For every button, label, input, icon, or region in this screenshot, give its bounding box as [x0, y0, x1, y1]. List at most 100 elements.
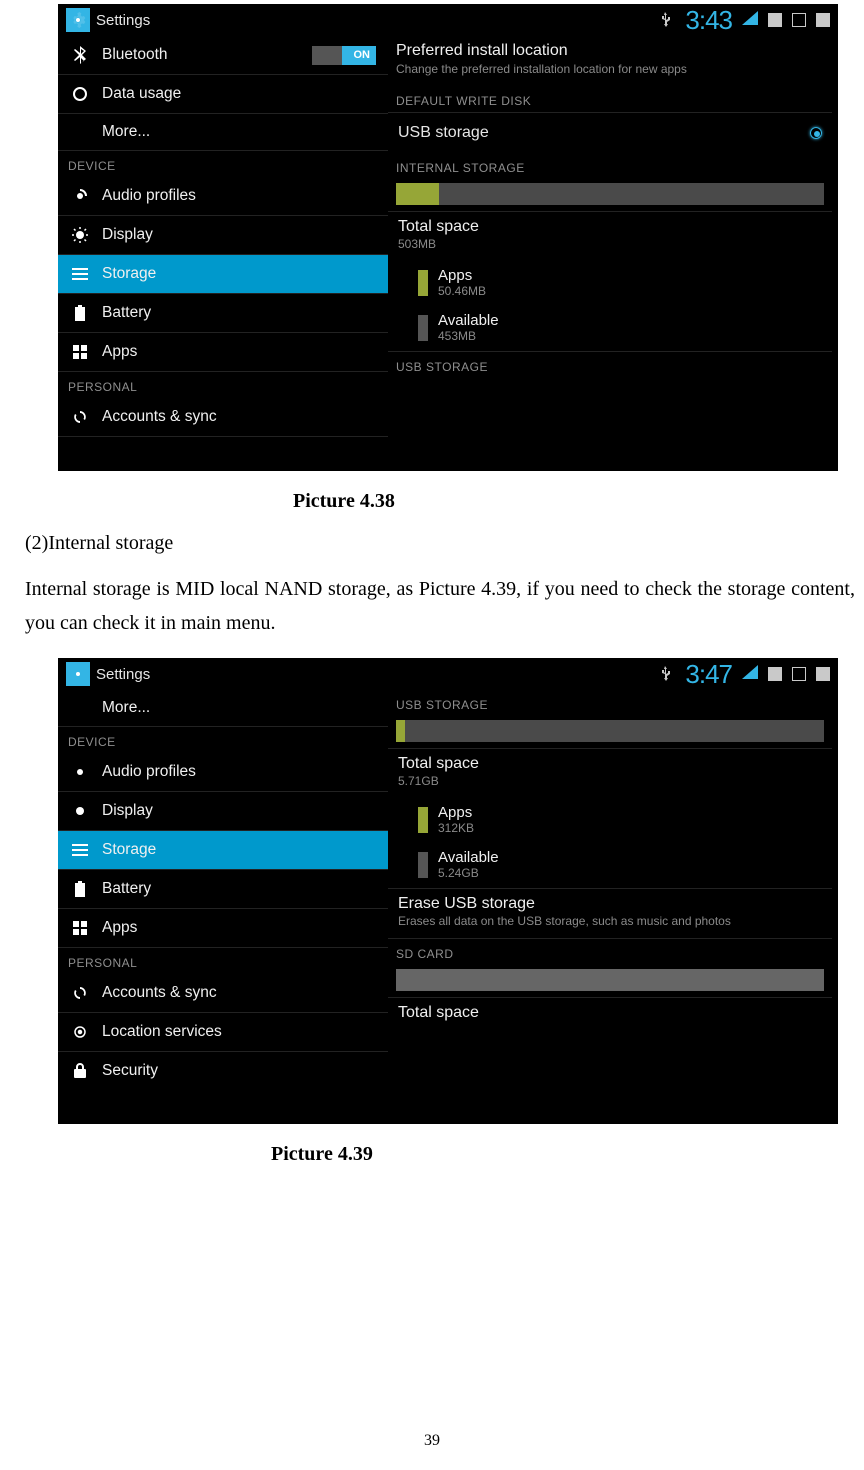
cat-sd-card: SD CARD [388, 938, 832, 965]
bt-status-icon [792, 667, 806, 681]
sidebar-item-security[interactable]: Security [58, 1052, 388, 1090]
sidebar-item-label: Accounts & sync [102, 408, 217, 426]
row-title: Available [438, 312, 499, 329]
color-swatch-icon [418, 807, 428, 833]
paragraph-body: Internal storage is MID local NAND stora… [25, 572, 855, 640]
category-device: DEVICE [58, 151, 388, 177]
sidebar-item-label: Display [102, 802, 153, 820]
sidebar-item-audio[interactable]: Audio profiles [58, 753, 388, 792]
bt-status-icon [792, 13, 806, 27]
display-icon [70, 801, 90, 821]
color-swatch-icon [418, 270, 428, 296]
settings-sidebar: Bluetooth ON Data usage More... DEVICE A… [58, 36, 388, 437]
usb-icon [655, 10, 675, 30]
total-space-row[interactable]: Total space 503MB [388, 211, 832, 261]
usb-storage-radio-row[interactable]: USB storage [388, 112, 832, 153]
cat-default-disk: DEFAULT WRITE DISK [388, 86, 832, 112]
location-icon [70, 1022, 90, 1042]
security-icon [70, 1061, 90, 1081]
network-icon [768, 667, 782, 681]
apps-usage-row[interactable]: Apps 50.46MB [388, 261, 832, 306]
storage-icon [70, 264, 90, 284]
caption-438: Picture 4.38 [293, 491, 861, 511]
available-row[interactable]: Available 5.24GB [388, 843, 832, 888]
sidebar-item-sync[interactable]: Accounts & sync [58, 398, 388, 437]
preferred-install-row[interactable]: Preferred install location Change the pr… [388, 36, 832, 86]
app-title-text: Settings [96, 12, 150, 29]
sidebar-item-label: Audio profiles [102, 187, 196, 205]
sd-usage-bar [396, 969, 824, 991]
row-title: Total space [398, 755, 822, 773]
sidebar-item-apps[interactable]: Apps [58, 909, 388, 948]
sidebar-item-label: Data usage [102, 85, 181, 103]
row-value: 5.71GB [398, 774, 822, 788]
app-title: Settings [66, 8, 150, 32]
sd-total-row[interactable]: Total space [388, 997, 832, 1022]
caption-439: Picture 4.39 [271, 1144, 861, 1164]
storage-icon [70, 840, 90, 860]
sidebar-item-location[interactable]: Location services [58, 1013, 388, 1052]
sidebar-item-display[interactable]: Display [58, 216, 388, 255]
sidebar-item-battery[interactable]: Battery [58, 294, 388, 333]
sidebar-item-label: Bluetooth [102, 46, 168, 64]
audio-profiles-icon [70, 186, 90, 206]
sidebar-item-label: Battery [102, 304, 151, 322]
apps-icon [70, 342, 90, 362]
bluetooth-icon [70, 45, 90, 65]
clock: 3:43 [685, 7, 732, 33]
usb-icon [655, 664, 675, 684]
sidebar-item-label: Apps [102, 919, 137, 937]
sidebar-item-storage[interactable]: Storage [58, 831, 388, 870]
sidebar-item-apps[interactable]: Apps [58, 333, 388, 372]
signal-icon [742, 665, 758, 683]
settings-icon [66, 8, 90, 32]
heading-internal-storage: (2)Internal storage [25, 529, 861, 558]
color-swatch-icon [418, 852, 428, 878]
sidebar-item-label: Audio profiles [102, 763, 196, 781]
sidebar-item-battery[interactable]: Battery [58, 870, 388, 909]
storage-panel: USB STORAGE Total space 5.71GB Apps 312K… [388, 690, 838, 1090]
status-bar: Settings 3:43 [58, 4, 838, 36]
cat-usb-storage: USB STORAGE [388, 351, 832, 378]
battery-icon [70, 879, 90, 899]
erase-usb-row[interactable]: Erase USB storage Erases all data on the… [388, 888, 832, 938]
network-icon [768, 13, 782, 27]
sidebar-item-label: Location services [102, 1023, 222, 1041]
row-title: Total space [398, 218, 822, 236]
toggle-on[interactable]: ON [312, 46, 376, 65]
color-swatch-icon [418, 315, 428, 341]
sidebar-item-sync[interactable]: Accounts & sync [58, 974, 388, 1013]
screenshot-438: Settings 3:43 Bluetooth ON Data usage Mo… [58, 4, 838, 471]
page-number: 39 [0, 1432, 864, 1450]
sidebar-item-more[interactable]: More... [58, 690, 388, 727]
sidebar-item-audio[interactable]: Audio profiles [58, 177, 388, 216]
total-space-row[interactable]: Total space 5.71GB [388, 748, 832, 798]
sidebar-item-data-usage[interactable]: Data usage [58, 75, 388, 114]
sidebar-item-label: More... [102, 699, 150, 717]
app-title: Settings [66, 662, 150, 686]
row-value: 50.46MB [438, 284, 486, 298]
sidebar-item-bluetooth[interactable]: Bluetooth ON [58, 36, 388, 75]
row-subtitle: Erases all data on the USB storage, such… [398, 914, 822, 928]
cat-internal: INTERNAL STORAGE [388, 153, 832, 179]
sidebar-item-display[interactable]: Display [58, 792, 388, 831]
usage-apps-seg [396, 183, 439, 205]
sync-icon [70, 407, 90, 427]
usage-apps-seg [396, 720, 405, 742]
sidebar-item-more[interactable]: More... [58, 114, 388, 151]
row-value: 5.24GB [438, 866, 499, 880]
signal-icon [742, 11, 758, 29]
sync-icon [70, 983, 90, 1003]
apps-usage-row[interactable]: Apps 312KB [388, 798, 832, 843]
category-personal: PERSONAL [58, 948, 388, 974]
screenshot-439: Settings 3:47 More... DEVICE Audio profi… [58, 658, 838, 1124]
available-row[interactable]: Available 453MB [388, 306, 832, 351]
audio-profiles-icon [70, 762, 90, 782]
sidebar-item-storage[interactable]: Storage [58, 255, 388, 294]
row-title: Preferred install location [396, 42, 824, 60]
sidebar-item-label: Storage [102, 265, 156, 283]
row-title: Total space [398, 1004, 822, 1022]
clock: 3:47 [685, 661, 732, 687]
sidebar-item-label: Display [102, 226, 153, 244]
radio-selected-icon[interactable] [810, 127, 822, 139]
